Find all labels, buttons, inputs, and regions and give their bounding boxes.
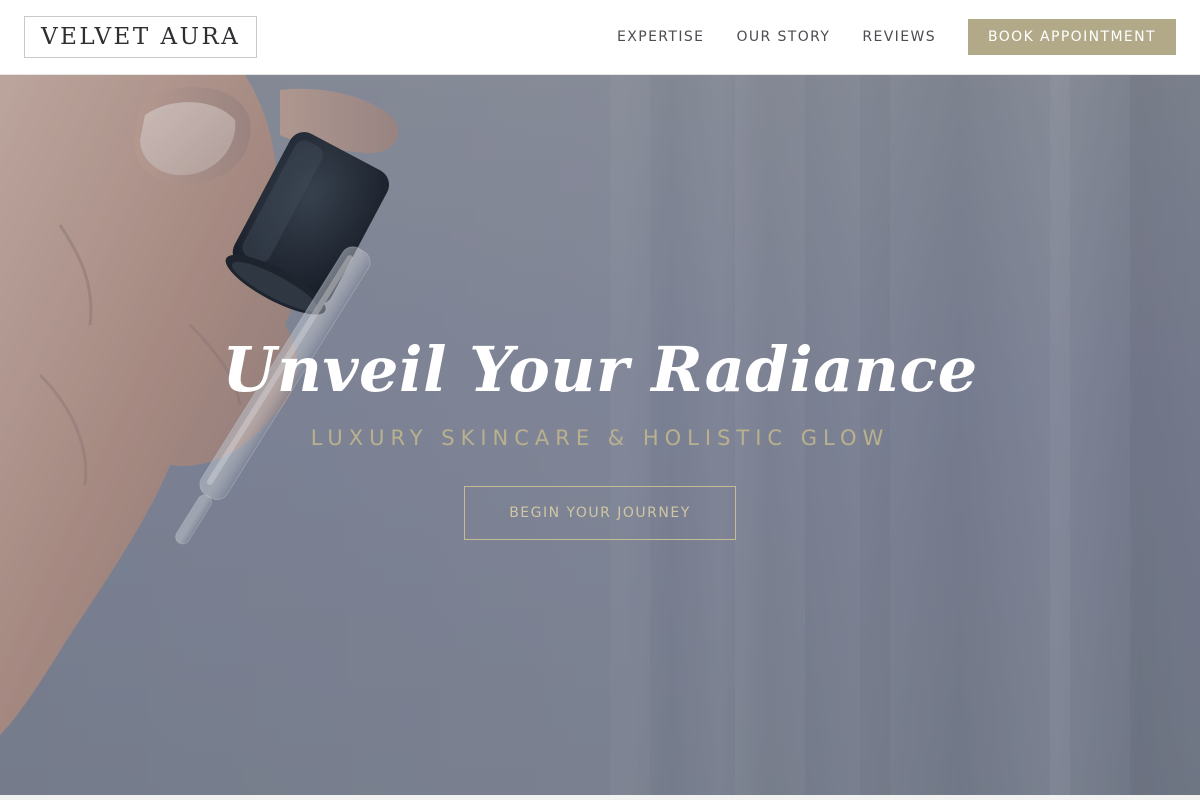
nav-link-reviews[interactable]: REVIEWS bbox=[862, 29, 936, 45]
page-divider bbox=[0, 795, 1200, 800]
site-header: VELVET AURA EXPERTISE OUR STORY REVIEWS … bbox=[0, 0, 1200, 75]
main-nav: EXPERTISE OUR STORY REVIEWS BOOK APPOINT… bbox=[585, 0, 1176, 74]
hero-title: Unveil Your Radiance bbox=[222, 333, 978, 406]
hero-subtitle: LUXURY SKINCARE & HOLISTIC GLOW bbox=[310, 426, 890, 450]
begin-journey-button[interactable]: BEGIN YOUR JOURNEY bbox=[464, 486, 736, 540]
hero-content: Unveil Your Radiance LUXURY SKINCARE & H… bbox=[0, 330, 1200, 540]
logo[interactable]: VELVET AURA bbox=[24, 16, 258, 58]
book-appointment-button[interactable]: BOOK APPOINTMENT bbox=[967, 19, 1176, 55]
nav-link-expertise[interactable]: EXPERTISE bbox=[617, 29, 704, 45]
nav-link-our-story[interactable]: OUR STORY bbox=[736, 29, 830, 45]
hero-section: Unveil Your Radiance LUXURY SKINCARE & H… bbox=[0, 75, 1200, 795]
